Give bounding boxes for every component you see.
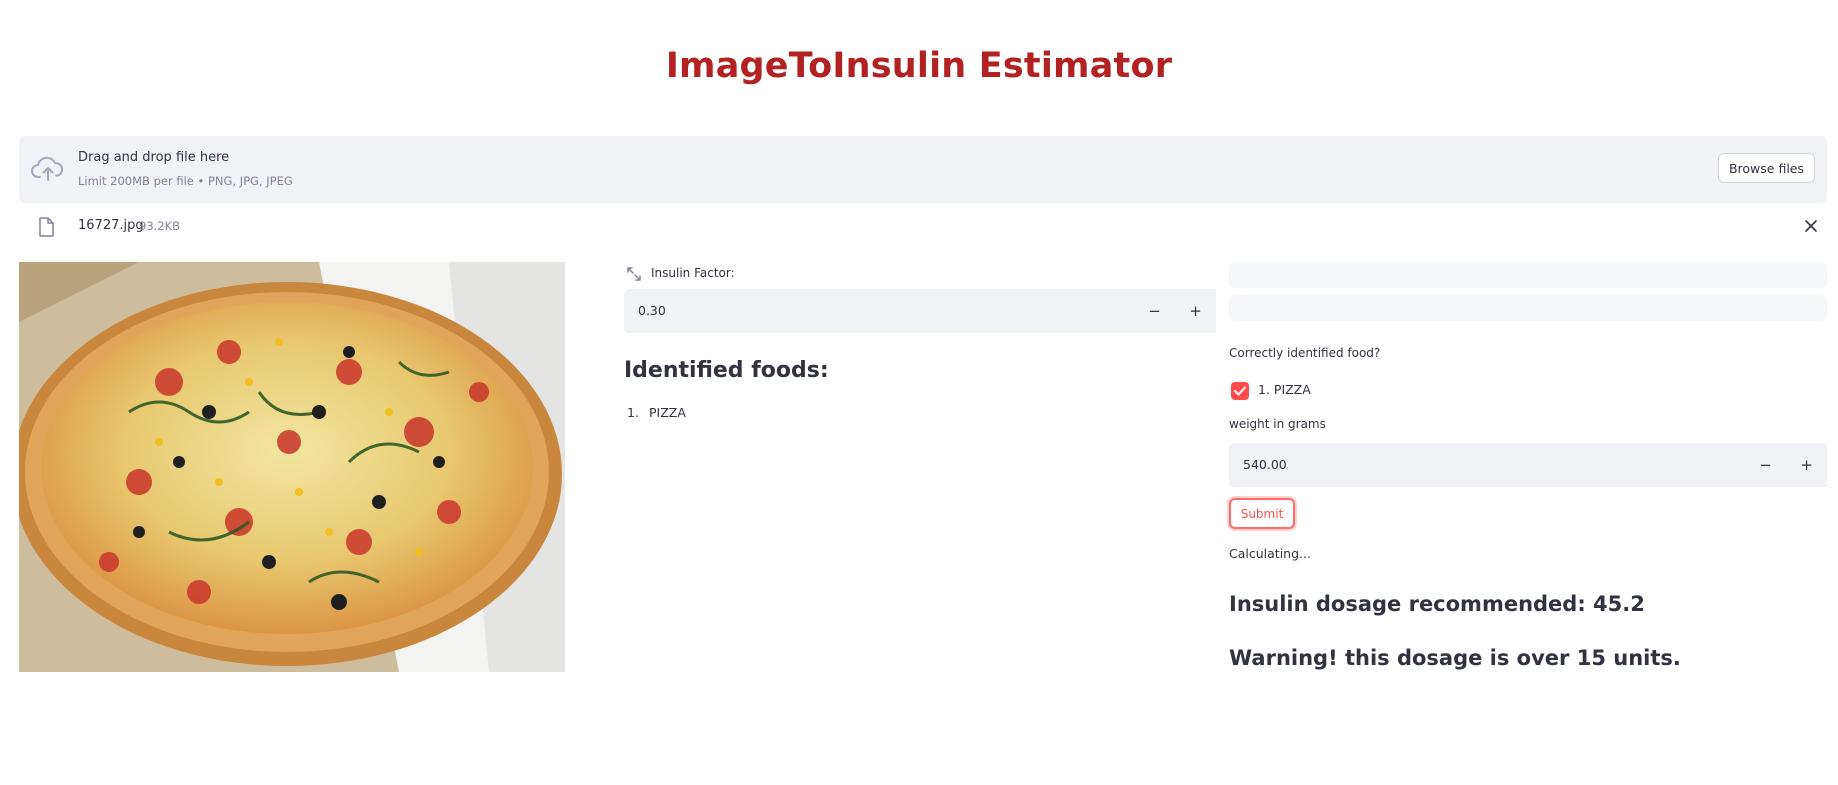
insulin-factor-decrement-button[interactable]: − [1134, 289, 1175, 333]
browse-files-button[interactable]: Browse files [1717, 153, 1815, 183]
dropzone-instructions: Drag and drop file here [78, 150, 230, 165]
list-item-label: PIZZA [649, 405, 686, 420]
weight-value[interactable]: 540.00 [1243, 457, 1287, 472]
pizza-image [19, 262, 565, 672]
insulin-dosage-result: Insulin dosage recommended: 45.2 [1229, 592, 1645, 616]
uploaded-food-image [19, 262, 565, 672]
pizza-checkbox-label[interactable]: 1. PIZZA [1258, 382, 1311, 397]
identified-foods-list: 1. PIZZA [624, 405, 686, 420]
identified-foods-heading: Identified foods: [624, 358, 829, 383]
insulin-factor-increment-button[interactable]: + [1175, 289, 1216, 333]
pizza-checkbox[interactable] [1231, 382, 1249, 400]
cloud-upload-icon [31, 156, 64, 181]
insulin-factor-label: Insulin Factor: [651, 266, 735, 280]
uploaded-file-size: 93.2KB [139, 219, 181, 233]
correct-food-question: Correctly identified food? [1229, 346, 1381, 360]
empty-field [1229, 262, 1827, 288]
checkmark-icon [1234, 386, 1246, 396]
file-icon [39, 217, 54, 237]
page-title: ImageToInsulin Estimator [665, 46, 1173, 86]
uploaded-file-row: 16727.jpg 93.2KB [19, 212, 1827, 242]
file-uploader-dropzone[interactable]: Drag and drop file here Limit 200MB per … [19, 136, 1827, 203]
list-item-number: 1. [627, 405, 639, 420]
list-item: 1. PIZZA [624, 405, 686, 420]
dosage-warning: Warning! this dosage is over 15 units. [1229, 646, 1681, 670]
weight-input[interactable]: 540.00 − + [1229, 443, 1827, 487]
insulin-factor-value[interactable]: 0.30 [638, 303, 666, 318]
submit-button[interactable]: Submit [1229, 498, 1295, 529]
fullscreen-expand-icon[interactable] [626, 266, 642, 282]
weight-label: weight in grams [1229, 417, 1326, 431]
insulin-factor-input[interactable]: 0.30 − + [624, 289, 1216, 333]
weight-decrement-button[interactable]: − [1745, 443, 1786, 487]
close-icon[interactable] [1799, 214, 1823, 238]
uploaded-file-name: 16727.jpg [78, 218, 144, 233]
dropzone-limits: Limit 200MB per file • PNG, JPG, JPEG [78, 174, 293, 188]
status-text: Calculating... [1229, 546, 1311, 561]
empty-field [1229, 295, 1827, 321]
weight-increment-button[interactable]: + [1786, 443, 1827, 487]
